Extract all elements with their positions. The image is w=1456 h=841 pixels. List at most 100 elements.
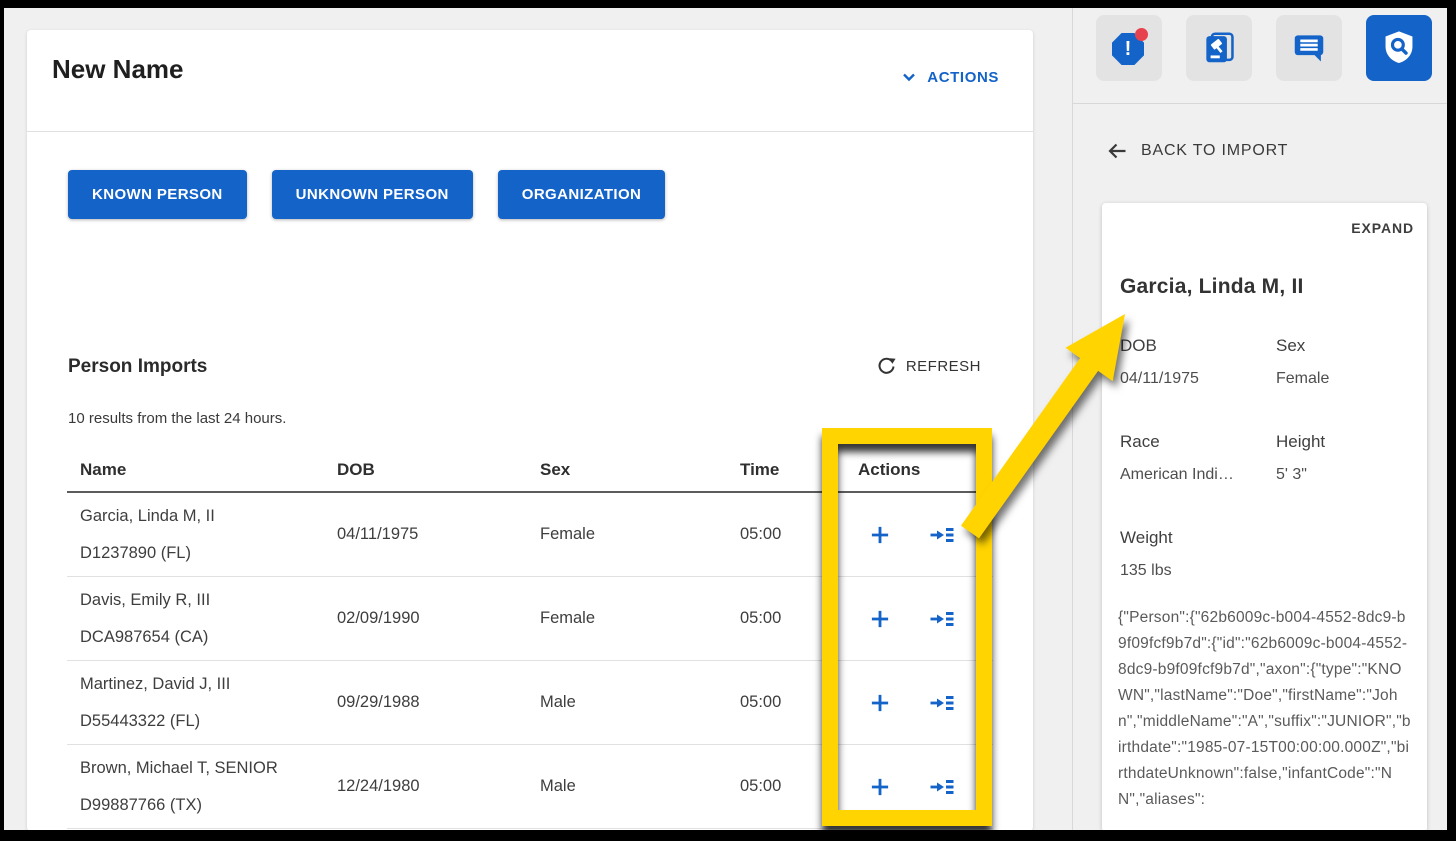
person-dob: 09/29/1988 xyxy=(324,693,527,712)
add-person-button[interactable] xyxy=(867,606,893,632)
frame-border xyxy=(1447,0,1456,841)
add-person-button[interactable] xyxy=(867,774,893,800)
import-person-button[interactable] xyxy=(929,690,955,716)
detail-person-name: Garcia, Linda M, II xyxy=(1120,275,1304,299)
field-value: 135 lbs xyxy=(1120,562,1173,580)
field-label: Race xyxy=(1120,432,1234,452)
add-person-button[interactable] xyxy=(867,690,893,716)
detail-field-race: Race American Indi… xyxy=(1120,432,1234,484)
page-title: New Name xyxy=(52,54,184,85)
refresh-icon xyxy=(876,356,897,377)
table-row: Brown, Michael T, SENIOR D99887766 (TX) … xyxy=(67,745,993,829)
chat-icon xyxy=(1290,29,1328,67)
person-imports-title: Person Imports xyxy=(68,356,207,378)
person-time: 05:00 xyxy=(727,693,845,712)
detail-field-height: Height 5' 3" xyxy=(1276,432,1325,484)
person-id: DCA987654 (CA) xyxy=(80,619,324,656)
new-name-card: New Name ACTIONS KNOWN PERSON UNKNOWN PE… xyxy=(27,30,1033,831)
field-label: DOB xyxy=(1120,336,1199,356)
frame-border xyxy=(0,0,1456,8)
import-person-button[interactable] xyxy=(929,774,955,800)
back-to-import-label: BACK TO IMPORT xyxy=(1141,142,1288,160)
detail-field-weight: Weight 135 lbs xyxy=(1120,528,1173,580)
import-person-button[interactable] xyxy=(929,606,955,632)
field-value: 5' 3" xyxy=(1276,466,1325,484)
column-header-name: Name xyxy=(67,460,324,480)
organization-button[interactable]: ORGANIZATION xyxy=(498,170,666,219)
shield-search-button[interactable] xyxy=(1366,15,1432,81)
column-header-time: Time xyxy=(727,460,845,480)
arrow-left-icon xyxy=(1105,139,1129,163)
results-summary: 10 results from the last 24 hours. xyxy=(68,410,286,427)
panel-divider xyxy=(1072,8,1073,830)
person-time: 05:00 xyxy=(727,525,845,544)
field-value: American Indi… xyxy=(1120,466,1234,484)
person-sex: Male xyxy=(527,693,727,712)
field-value: Female xyxy=(1276,370,1329,388)
person-sex: Male xyxy=(527,777,727,796)
back-to-import-button[interactable]: BACK TO IMPORT xyxy=(1105,139,1288,163)
arrow-into-list-icon xyxy=(929,691,955,715)
create-button-row: KNOWN PERSON UNKNOWN PERSON ORGANIZATION xyxy=(68,170,665,219)
gavel-document-icon xyxy=(1200,29,1238,67)
arrow-into-list-icon xyxy=(929,523,955,547)
person-sex: Female xyxy=(527,609,727,628)
alert-octagon-icon: ! xyxy=(1111,30,1147,66)
table-header-row: Name DOB Sex Time Actions xyxy=(67,449,993,493)
table-row: Davis, Emily R, III DCA987654 (CA) 02/09… xyxy=(67,577,993,661)
field-label: Weight xyxy=(1120,528,1173,548)
raw-json-text: {"Person":{"62b6009c-b004-4552-8dc9-b9f0… xyxy=(1118,605,1414,813)
person-dob: 02/09/1990 xyxy=(324,609,527,628)
field-label: Sex xyxy=(1276,336,1329,356)
person-dob: 04/11/1975 xyxy=(324,525,527,544)
person-id: D1237890 (FL) xyxy=(80,535,324,572)
add-person-button[interactable] xyxy=(867,522,893,548)
person-sex: Female xyxy=(527,525,727,544)
field-label: Height xyxy=(1276,432,1325,452)
legal-records-button[interactable] xyxy=(1186,15,1252,81)
column-header-actions: Actions xyxy=(845,460,993,480)
table-row: Garcia, Linda M, II D1237890 (FL) 04/11/… xyxy=(67,493,993,577)
toolbar-divider xyxy=(1073,103,1447,104)
table-row: Martinez, David J, III D55443322 (FL) 09… xyxy=(67,661,993,745)
person-id: D99887766 (TX) xyxy=(80,787,324,824)
expand-button[interactable]: EXPAND xyxy=(1351,220,1414,236)
person-name: Garcia, Linda M, II xyxy=(80,498,324,535)
arrow-into-list-icon xyxy=(929,607,955,631)
field-value: 04/11/1975 xyxy=(1120,370,1199,388)
notification-dot xyxy=(1135,28,1148,41)
import-person-button[interactable] xyxy=(929,522,955,548)
person-id: D55443322 (FL) xyxy=(80,703,324,740)
column-header-sex: Sex xyxy=(527,460,727,480)
chevron-down-icon xyxy=(900,68,918,86)
shield-search-icon xyxy=(1380,29,1418,67)
plus-icon xyxy=(867,690,893,716)
refresh-button[interactable]: REFRESH xyxy=(876,356,981,377)
detail-field-sex: Sex Female xyxy=(1276,336,1329,388)
person-name: Davis, Emily R, III xyxy=(80,582,324,619)
frame-border xyxy=(0,830,1456,841)
arrow-into-list-icon xyxy=(929,775,955,799)
right-toolbar: ! xyxy=(1096,15,1432,81)
actions-menu-label: ACTIONS xyxy=(927,69,999,86)
person-imports-table: Name DOB Sex Time Actions Garcia, Linda … xyxy=(67,449,993,829)
unknown-person-button[interactable]: UNKNOWN PERSON xyxy=(272,170,473,219)
detail-field-dob: DOB 04/11/1975 xyxy=(1120,336,1199,388)
plus-icon xyxy=(867,522,893,548)
person-name: Brown, Michael T, SENIOR xyxy=(80,750,324,787)
plus-icon xyxy=(867,606,893,632)
header-divider xyxy=(27,131,1033,132)
actions-menu-button[interactable]: ACTIONS xyxy=(900,68,999,86)
known-person-button[interactable]: KNOWN PERSON xyxy=(68,170,247,219)
plus-icon xyxy=(867,774,893,800)
person-name: Martinez, David J, III xyxy=(80,666,324,703)
person-time: 05:00 xyxy=(727,609,845,628)
frame-border xyxy=(0,0,4,841)
app-screen: New Name ACTIONS KNOWN PERSON UNKNOWN PE… xyxy=(0,0,1456,841)
person-time: 05:00 xyxy=(727,777,845,796)
person-detail-card: EXPAND Garcia, Linda M, II DOB 04/11/197… xyxy=(1102,203,1427,832)
column-header-dob: DOB xyxy=(324,460,527,480)
comments-button[interactable] xyxy=(1276,15,1342,81)
alerts-button[interactable]: ! xyxy=(1096,15,1162,81)
person-dob: 12/24/1980 xyxy=(324,777,527,796)
